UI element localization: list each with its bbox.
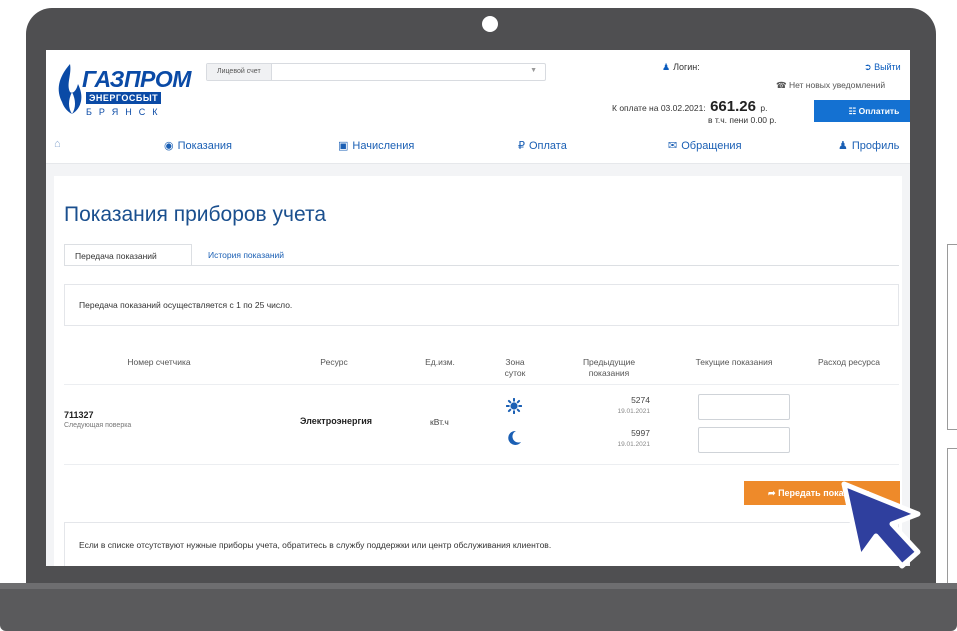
- nav-item-label: Оплата: [529, 140, 567, 152]
- moon-icon: [508, 430, 521, 445]
- nav-item-payment[interactable]: ₽ Оплата: [518, 139, 567, 152]
- bell-icon: ☎: [776, 80, 787, 90]
- background-card: [947, 244, 957, 430]
- login-label: Логин:: [673, 62, 700, 72]
- tab-divider: [64, 265, 899, 266]
- account-select-label: Лицевой счет: [207, 64, 272, 80]
- info-notice: Передача показаний осуществляется с 1 по…: [64, 284, 899, 326]
- laptop-hinge: [0, 583, 957, 589]
- site-header: ГАЗПРОМ ЭНЕРГОСБЫТ БРЯНСК Лицевой счет ▼…: [46, 50, 910, 128]
- home-icon[interactable]: ⌂: [54, 138, 61, 150]
- page-title: Показания приборов учета: [64, 203, 327, 226]
- gazprom-logo[interactable]: ГАЗПРОМ ЭНЕРГОСБЫТ БРЯНСК: [54, 58, 191, 122]
- logo-brand: ГАЗПРОМ: [82, 66, 191, 92]
- logout-icon: ➲: [864, 62, 872, 72]
- header-zone-line1: Зона: [505, 357, 525, 367]
- share-icon: ➦: [768, 488, 776, 498]
- meter-number: 711327: [64, 410, 94, 420]
- payment-due-label: К оплате на 03.02.2021:: [612, 103, 706, 113]
- card-icon: ☷: [848, 106, 857, 116]
- wallet-icon: ▣: [338, 140, 349, 152]
- resource-name: Электроэнергия: [300, 416, 373, 426]
- flame-logo-icon: [58, 64, 82, 114]
- nav-item-label: Профиль: [851, 140, 900, 152]
- laptop-base: [0, 583, 957, 631]
- footer-notice: Если в списке отсутствуют нужные приборы…: [64, 522, 899, 566]
- laptop-screen: ГАЗПРОМ ЭНЕРГОСБЫТ БРЯНСК Лицевой счет ▼…: [46, 50, 910, 566]
- user-icon: ♟: [662, 62, 671, 72]
- laptop-camera: [482, 16, 498, 32]
- account-select[interactable]: Лицевой счет ▼: [206, 63, 546, 81]
- tab-submit-readings[interactable]: Передача показаний: [64, 244, 192, 266]
- nav-item-label: Начисления: [352, 140, 415, 152]
- pay-button-label: Оплатить: [858, 106, 900, 116]
- header-unit: Ед.изм.: [425, 357, 455, 367]
- nav-item-requests[interactable]: ✉ Обращения: [668, 139, 742, 152]
- notifications[interactable]: ☎ Нет новых уведомлений: [776, 80, 885, 91]
- nav-item-charges[interactable]: ▣ Начисления: [338, 139, 414, 152]
- header-meter-number: Номер счетчика: [127, 357, 191, 367]
- header-zone: Зона суток: [490, 357, 540, 379]
- login-info: ♟ Логин:: [662, 62, 700, 73]
- header-zone-line2: суток: [504, 368, 526, 378]
- nav-item-readings[interactable]: ◉ Показания: [164, 139, 232, 152]
- gauge-icon: ◉: [164, 140, 174, 152]
- nav-item-label: Обращения: [681, 140, 742, 152]
- logout-label: Выйти: [874, 62, 901, 72]
- notifications-label: Нет новых уведомлений: [788, 80, 886, 90]
- penalty-info: в т.ч. пени 0.00 р.: [708, 115, 777, 125]
- pay-button[interactable]: ☷ Оплатить: [814, 100, 910, 122]
- main-nav: ⌂ ◉ Показания ▣ Начисления ₽ Оплата ✉ Обраще…: [46, 128, 910, 164]
- users-icon: ♟: [838, 140, 848, 152]
- nav-item-label: Показания: [177, 140, 233, 152]
- sun-icon: [506, 398, 522, 414]
- stage: ГАЗПРОМ ЭНЕРГОСБЫТ БРЯНСК Лицевой счет ▼…: [0, 0, 957, 631]
- meter-next-check: Следующая поверка: [64, 422, 132, 429]
- unit-value: кВт.ч: [430, 417, 449, 427]
- annotation-ellipse: [578, 355, 866, 479]
- header-resource: Ресурс: [320, 357, 348, 367]
- payment-currency: р.: [760, 103, 768, 113]
- nav-item-profile[interactable]: ♟ Профиль: [838, 139, 899, 152]
- cursor-arrow-icon: [841, 481, 921, 569]
- ruble-icon: ₽: [518, 140, 525, 152]
- logout-link[interactable]: ➲ Выйти: [864, 62, 901, 73]
- logo-subtitle: ЭНЕРГОСБЫТ: [86, 92, 162, 104]
- payment-due: К оплате на 03.02.2021: 661.26 р.: [612, 98, 767, 115]
- chevron-down-icon: ▼: [530, 67, 537, 74]
- chat-icon: ✉: [668, 140, 678, 152]
- tab-readings-history[interactable]: История показаний: [198, 244, 294, 266]
- payment-amount: 661.26: [710, 98, 756, 115]
- logo-city: БРЯНСК: [86, 107, 165, 117]
